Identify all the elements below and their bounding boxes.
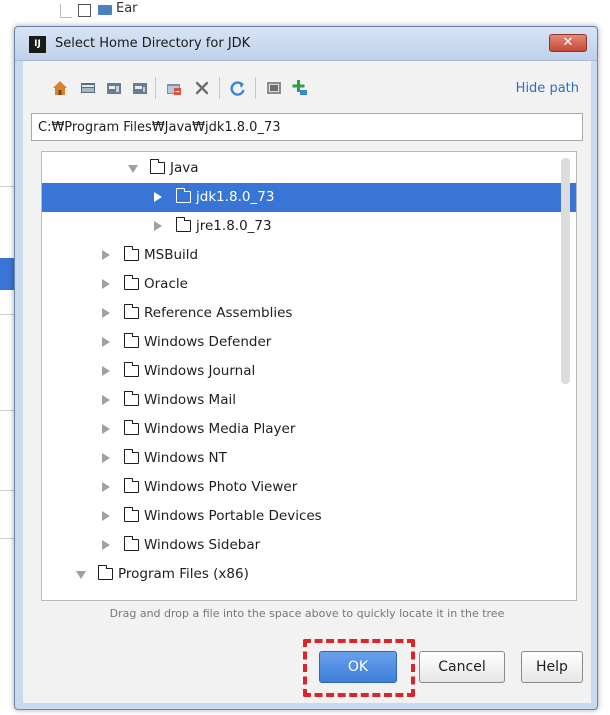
ear-checkbox[interactable] — [78, 4, 91, 17]
expand-arrow-icon[interactable] — [102, 366, 110, 376]
cancel-button[interactable]: Cancel — [419, 651, 505, 683]
tree-row[interactable]: Java — [42, 154, 576, 183]
tree-row[interactable]: Windows Defender — [42, 328, 576, 357]
module-icon[interactable] — [131, 79, 149, 97]
toolbar-separator — [219, 77, 220, 99]
tree-row[interactable]: Oracle — [42, 270, 576, 299]
collapse-arrow-icon[interactable] — [76, 571, 86, 579]
tree-row[interactable]: MSBuild — [42, 241, 576, 270]
expand-arrow-icon[interactable] — [102, 279, 110, 289]
folder-icon — [123, 362, 139, 377]
tree-row-label: Windows Defender — [144, 334, 272, 350]
tree-row-label: Windows NT — [144, 450, 227, 466]
intellij-app-icon: IJ — [29, 36, 46, 53]
close-button[interactable]: ✕ — [549, 34, 587, 52]
tree-row[interactable]: Windows Mail — [42, 386, 576, 415]
tree-row-label: MSBuild — [144, 247, 199, 263]
show-hidden-icon[interactable] — [265, 79, 283, 97]
tree-row-label: Program Files (x86) — [118, 566, 249, 582]
project-icon[interactable] — [105, 79, 123, 97]
expand-arrow-icon[interactable] — [102, 540, 110, 550]
tree-row[interactable]: Windows Sidebar — [42, 531, 576, 560]
drag-drop-hint: Drag and drop a file into the space abov… — [109, 607, 505, 620]
folder-icon — [123, 478, 139, 493]
expand-arrow-icon[interactable] — [102, 250, 110, 260]
tree-row-label: Oracle — [144, 276, 188, 292]
folder-icon — [97, 565, 113, 580]
expand-arrow-icon[interactable] — [154, 221, 162, 231]
refresh-icon[interactable] — [229, 79, 247, 97]
folder-icon — [123, 333, 139, 348]
toolbar-separator — [155, 77, 156, 99]
tree-row-label: Windows Photo Viewer — [144, 479, 298, 495]
add-path-icon[interactable] — [291, 79, 309, 97]
ear-label: Ear — [116, 1, 138, 16]
folder-icon — [123, 246, 139, 261]
tree-row[interactable]: Windows Portable Devices — [42, 502, 576, 531]
new-folder-icon[interactable] — [165, 79, 183, 97]
collapse-arrow-icon[interactable] — [128, 165, 138, 173]
tree-row[interactable]: Windows Photo Viewer — [42, 473, 576, 502]
tree-row-label: Java — [170, 160, 199, 176]
expand-arrow-icon[interactable] — [102, 337, 110, 347]
tree-row[interactable]: jre1.8.0_73 — [42, 212, 576, 241]
tree-row-label: Windows Sidebar — [144, 537, 261, 553]
tree-row-label: Windows Portable Devices — [144, 508, 322, 524]
directory-tree[interactable]: Java jdk1.8.0_73 jre1.8.0_73 MSBuild Oracle R… — [41, 151, 577, 601]
tree-row-label: jdk1.8.0_73 — [196, 189, 275, 205]
hide-path-link[interactable]: Hide path — [516, 81, 579, 96]
tree-row-label: Windows Journal — [144, 363, 256, 379]
delete-icon[interactable] — [193, 79, 211, 97]
expand-arrow-icon[interactable] — [102, 511, 110, 521]
expand-arrow-icon[interactable] — [102, 395, 110, 405]
folder-icon — [123, 449, 139, 464]
tree-row-label: Reference Assemblies — [144, 305, 293, 321]
ear-icon — [98, 5, 112, 15]
folder-icon — [123, 420, 139, 435]
tree-row[interactable]: Windows NT — [42, 444, 576, 473]
tree-scrollbar[interactable] — [561, 158, 570, 384]
tree-row-label: Windows Mail — [144, 392, 236, 408]
folder-icon — [149, 159, 165, 174]
folder-icon — [123, 391, 139, 406]
dialog-titlebar[interactable]: IJ Select Home Directory for JDK ✕ — [15, 27, 597, 61]
tree-row-label: Windows Media Player — [144, 421, 296, 437]
select-jdk-dialog: IJ Select Home Directory for JDK ✕ Hide … — [14, 26, 598, 710]
tree-row[interactable]: Windows Media Player — [42, 415, 576, 444]
folder-icon — [123, 507, 139, 522]
folder-icon — [175, 217, 191, 232]
expand-arrow-icon[interactable] — [102, 424, 110, 434]
folder-icon — [123, 304, 139, 319]
desktop-icon[interactable] — [79, 79, 97, 97]
help-button[interactable]: Help — [521, 651, 583, 683]
dialog-title: Select Home Directory for JDK — [55, 36, 251, 51]
folder-icon — [175, 188, 191, 203]
tree-row[interactable]: Windows Journal — [42, 357, 576, 386]
path-input[interactable] — [31, 113, 583, 141]
folder-icon — [123, 275, 139, 290]
tree-row[interactable]: Program Files (x86) — [42, 560, 576, 589]
folder-icon — [123, 536, 139, 551]
tree-row-label: jre1.8.0_73 — [196, 218, 272, 234]
expand-arrow-icon[interactable] — [102, 482, 110, 492]
expand-arrow-icon[interactable] — [154, 192, 162, 202]
expand-arrow-icon[interactable] — [102, 453, 110, 463]
tree-row[interactable]: jdk1.8.0_73 — [42, 183, 576, 212]
background-tree-fragment: Ear — [0, 0, 610, 22]
ok-button[interactable]: OK — [319, 651, 397, 683]
toolbar-separator — [255, 77, 256, 99]
file-chooser-toolbar: Hide path — [23, 61, 591, 109]
tree-connector — [60, 4, 72, 18]
background-selected-row — [0, 258, 14, 290]
dialog-content: Hide path Java jdk1.8.0_73 jre1.8.0_73 MSBu… — [23, 61, 591, 703]
tree-row[interactable]: Reference Assemblies — [42, 299, 576, 328]
expand-arrow-icon[interactable] — [102, 308, 110, 318]
tree-bottom-edge — [42, 590, 576, 600]
background-left-panel — [0, 0, 14, 715]
home-icon[interactable] — [51, 79, 69, 97]
